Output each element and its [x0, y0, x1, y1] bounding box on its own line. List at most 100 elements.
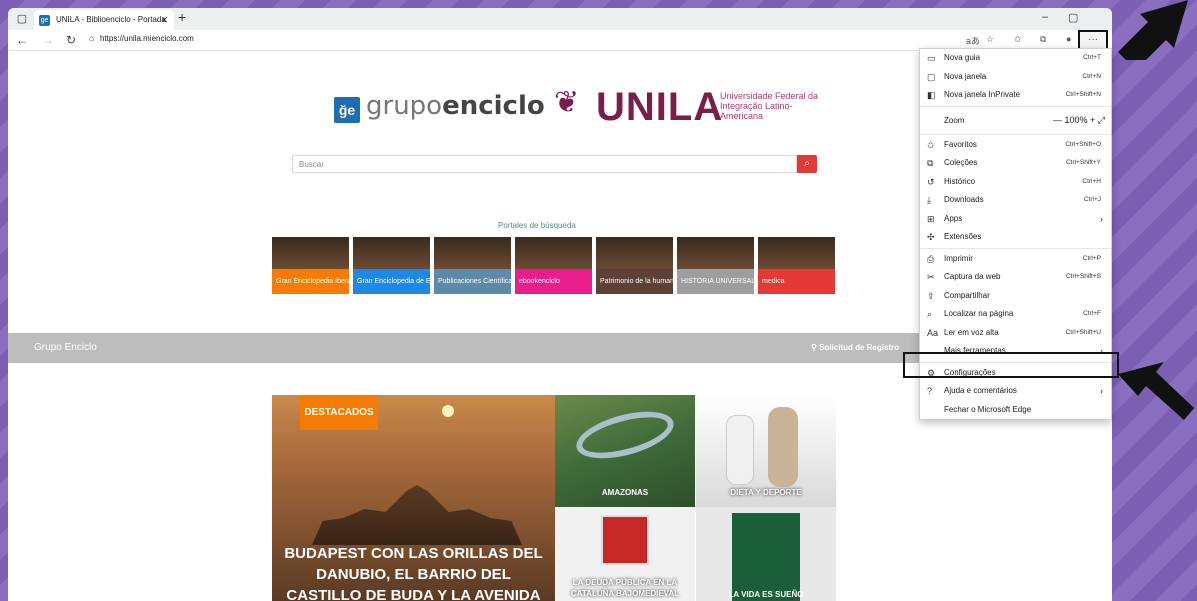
help-icon: ?	[927, 386, 933, 396]
menu-item[interactable]: ⌕ Localizar na página Ctrl+F	[920, 305, 1111, 324]
menu-item-label: Histórico	[944, 176, 976, 186]
menu-item-label: Captura da web	[944, 272, 1001, 281]
book-cover	[601, 515, 649, 565]
menu-item[interactable]: Fechar o Microsoft Edge	[920, 401, 1111, 420]
menu-item[interactable]: ⧉ Coleções Ctrl+Shift+Y	[920, 154, 1111, 173]
menu-item-label: Nova guia	[944, 53, 981, 62]
zoom-in-button[interactable]: +	[1088, 115, 1098, 125]
portal-card[interactable]: Patrimonio de la humanidad	[596, 237, 673, 294]
forward-icon[interactable]: →	[42, 33, 54, 47]
menu-item[interactable]: ⤓ Downloads Ctrl+J	[920, 191, 1111, 210]
runner-figure	[768, 407, 798, 487]
portal-image	[434, 237, 511, 269]
portal-card[interactable]: Gran Enciclopedia de España	[353, 237, 430, 294]
browser-tab[interactable]: ge UNILA - Biblioenciclo - Portada ✕	[34, 10, 174, 30]
portal-card[interactable]: ebookenciclo	[515, 237, 592, 294]
menu-item[interactable]: ▢ Nova janela Ctrl+N	[920, 68, 1111, 87]
portal-label: Gran Enciclopedia de España	[353, 269, 430, 294]
menu-separator	[920, 133, 1111, 135]
menu-item[interactable]: ✩ Favoritos Ctrl+Shift+O	[920, 136, 1111, 155]
lock-icon[interactable]: ⌂	[89, 33, 94, 43]
menu-item-label: Coleções	[944, 158, 978, 167]
zoom-out-button[interactable]: —	[1053, 115, 1065, 125]
sun-icon	[442, 405, 454, 417]
tab-favicon-icon: ge	[39, 15, 50, 26]
tile-vida[interactable]: LA VIDA ES SUEÑO	[696, 507, 836, 601]
menu-item[interactable]: ⎙ Imprimir Ctrl+P	[920, 250, 1111, 269]
apps-icon: ⊞	[927, 213, 935, 224]
new-tab-icon[interactable]: +	[178, 9, 186, 25]
portal-card[interactable]: Gran Enciclopedia Iberoamericana	[272, 237, 349, 294]
tab-actions-icon[interactable]: ▢	[14, 11, 30, 27]
menu-item[interactable]: ? Ajuda e comentários ›	[920, 382, 1111, 401]
menu-item-shortcut: Ctrl+P	[1082, 254, 1101, 262]
chevron-right-icon: ›	[1100, 386, 1103, 396]
menu-item-label: Apps	[944, 213, 963, 223]
portal-card[interactable]: Publicaciones Científicas	[434, 237, 511, 294]
portal-label: Patrimonio de la humanidad	[596, 269, 673, 294]
back-icon[interactable]: ←	[16, 33, 28, 47]
portal-label: HISTORIA UNIVERSAL	[677, 269, 754, 294]
arrow-top-icon	[1118, 0, 1188, 60]
menu-item-shortcut: Ctrl+F	[1083, 310, 1101, 317]
search-input[interactable]: Buscar	[292, 155, 797, 173]
parliament-silhouette	[312, 485, 522, 545]
tile-deuda[interactable]: LA DEUDA PÚBLICA EN LA CATALUÑA BAJOMEDI…	[555, 507, 695, 601]
profile-icon[interactable]: ●	[1066, 34, 1071, 44]
menu-item-shortcut: Ctrl+H	[1082, 177, 1101, 185]
menu-item-label: Downloads	[944, 195, 984, 204]
grupoenciclo-logo[interactable]: grupoenciclo	[366, 91, 545, 121]
portal-label: medica	[758, 269, 835, 294]
portal-card[interactable]: HISTORIA UNIVERSAL	[677, 237, 754, 294]
menu-item-shortcut: Ctrl+Shift+O	[1065, 140, 1101, 148]
registro-link[interactable]: ⚲ Solicitud de Registro	[811, 343, 899, 352]
maximize-icon[interactable]: ▢	[1068, 11, 1078, 24]
menu-item[interactable]: ⇪ Compartilhar	[920, 287, 1111, 306]
hero-title[interactable]: BUDAPEST CON LAS ORILLAS DEL DANUBIO, EL…	[282, 543, 545, 601]
menu-item[interactable]: ⊞ Apps ›	[920, 210, 1111, 229]
minimize-icon[interactable]: –	[1042, 11, 1048, 23]
collections-icon[interactable]: ⧉	[1040, 34, 1046, 45]
tab-title: UNILA - Biblioenciclo - Portada	[56, 15, 166, 24]
menu-item[interactable]: ↺ Histórico Ctrl+H	[920, 173, 1111, 192]
menu-item[interactable]: ◧ Nova janela InPrivate Ctrl+Shift+N	[920, 86, 1111, 105]
grupoenciclo-logo-icon: ğe	[334, 97, 360, 123]
tile-dieta[interactable]: DIETA Y DEPORTE	[696, 395, 836, 507]
menu-item[interactable]: ✂ Captura da web Ctrl+Shift+S	[920, 268, 1111, 287]
river-shape	[571, 402, 679, 468]
menu-item-label: Ajuda e comentários	[944, 386, 1017, 395]
tab-close-icon[interactable]: ✕	[160, 10, 168, 30]
inprivate-icon: ◧	[927, 90, 936, 100]
menu-item-shortcut: Ctrl+Shift+U	[1065, 328, 1101, 336]
doctor-figure	[726, 415, 754, 485]
print-icon: ⎙	[927, 253, 935, 264]
fullscreen-icon[interactable]: ⤢	[1098, 115, 1105, 125]
menu-item[interactable]: Zoom — 100% + ⤢	[920, 108, 1111, 133]
menu-item-shortcut: Ctrl+J	[1083, 196, 1101, 203]
portal-card[interactable]: medica	[758, 237, 835, 294]
collections-icon: ⧉	[927, 158, 934, 168]
share-icon: ⇪	[927, 290, 935, 301]
unila-logo[interactable]: UNILA	[596, 85, 723, 130]
featured-hero[interactable]: DESTACADOS BUDAPEST CON LAS ORILLAS DEL …	[272, 395, 555, 601]
address-input[interactable]: https://unila.mienciclo.com	[100, 34, 194, 43]
menu-item[interactable]: ✣ Extensões	[920, 228, 1111, 247]
menu-item-label: Fechar o Microsoft Edge	[944, 404, 1032, 414]
portal-label: ebookenciclo	[515, 269, 592, 294]
read-aloud-icon[interactable]: aあ	[966, 34, 980, 47]
menu-item-label: Localizar na página	[944, 309, 1014, 318]
portal-image	[272, 237, 349, 269]
favorites-bar-icon[interactable]: ✩	[1014, 34, 1022, 45]
search-button[interactable]: ⌕	[797, 155, 817, 173]
portal-label: Gran Enciclopedia Iberoamericana	[272, 269, 349, 294]
tile-caption: AMAZONAS	[601, 488, 649, 497]
capture-icon: ✂	[927, 272, 935, 282]
menu-item[interactable]: Aa Ler em voz alta Ctrl+Shift+U	[920, 324, 1111, 343]
refresh-icon[interactable]: ↻	[66, 33, 76, 47]
add-favorite-icon[interactable]: ☆	[986, 34, 994, 45]
chevron-right-icon: ›	[1100, 213, 1103, 224]
tile-amazonas[interactable]: AMAZONAS	[555, 395, 695, 507]
destacados-badge: DESTACADOS	[300, 395, 378, 430]
menu-item[interactable]: ▭ Nova guia Ctrl+T	[920, 49, 1111, 68]
arrow-bottom-icon	[1118, 362, 1194, 420]
